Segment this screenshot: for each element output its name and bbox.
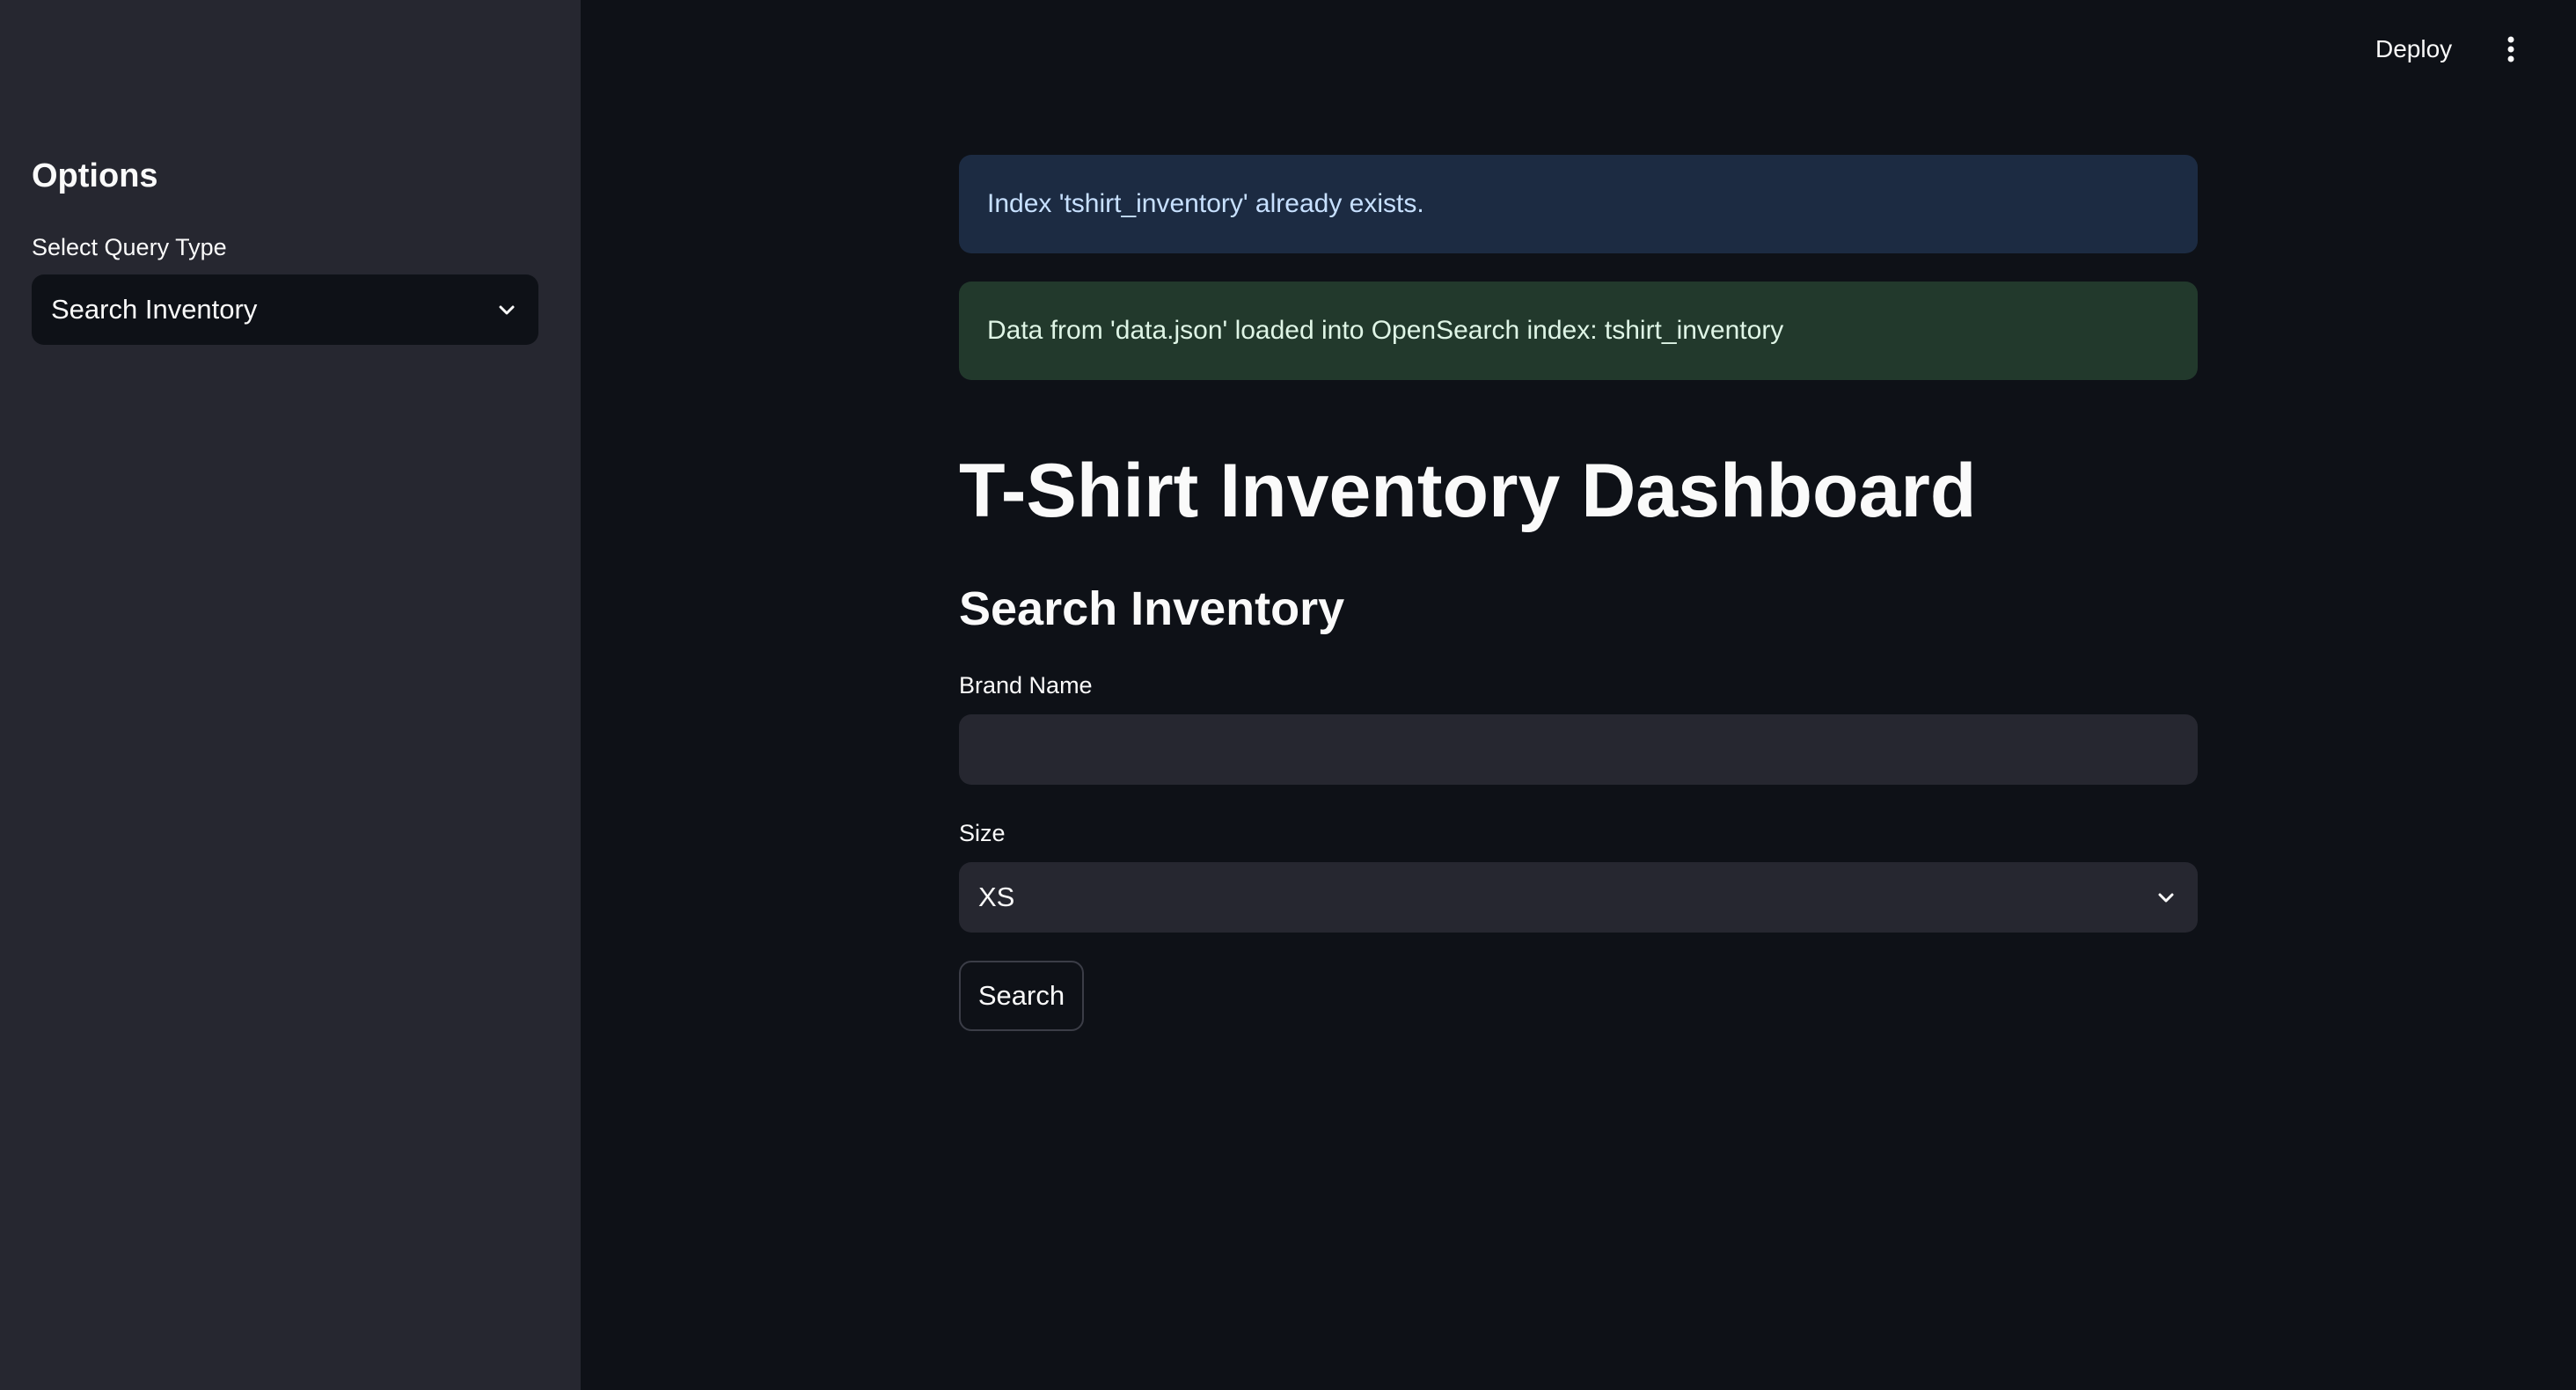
query-type-label: Select Query Type [32, 234, 227, 260]
info-alert: Index 'tshirt_inventory' already exists. [959, 155, 2198, 253]
app-window: Options Select Query Type Search Invento… [0, 0, 2576, 1390]
brand-name-input[interactable] [959, 714, 2198, 785]
size-select[interactable]: XS [959, 862, 2198, 933]
query-type-select[interactable]: Search Inventory [32, 274, 538, 345]
sidebar-title: Options [32, 157, 158, 194]
deploy-button[interactable]: Deploy [2375, 32, 2452, 67]
query-type-value: Search Inventory [51, 294, 258, 325]
chevron-down-icon [494, 297, 519, 322]
search-button[interactable]: Search [959, 961, 1084, 1031]
info-alert-text: Index 'tshirt_inventory' already exists. [987, 189, 1424, 218]
success-alert-text: Data from 'data.json' loaded into OpenSe… [987, 316, 1784, 345]
success-alert: Data from 'data.json' loaded into OpenSe… [959, 282, 2198, 380]
size-select-value: XS [978, 882, 1015, 912]
size-label: Size [959, 820, 1006, 846]
section-title: Search Inventory [959, 582, 1345, 635]
chevron-down-icon [2154, 885, 2178, 910]
brand-name-label: Brand Name [959, 672, 1093, 699]
page-title: T-Shirt Inventory Dashboard [959, 449, 1977, 533]
kebab-menu-icon[interactable] [2495, 33, 2527, 65]
sidebar: Options Select Query Type Search Invento… [0, 0, 581, 1390]
